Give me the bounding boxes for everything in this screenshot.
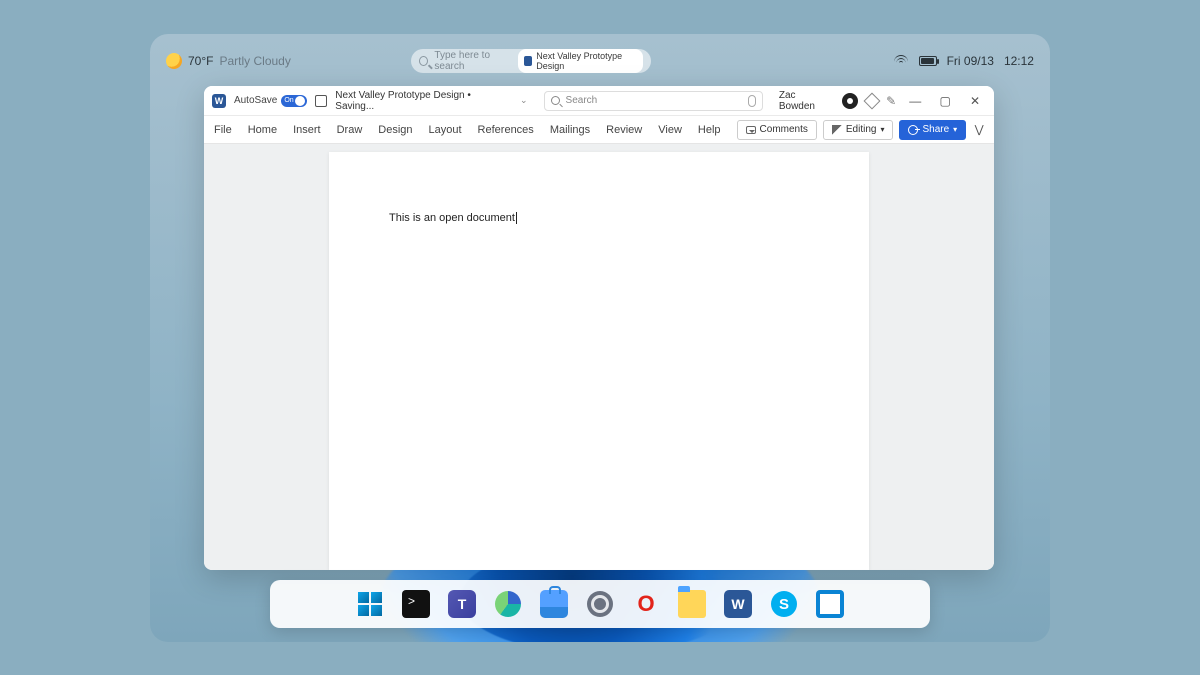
wifi-icon[interactable]: [893, 55, 909, 67]
teams-app-icon[interactable]: [448, 590, 476, 618]
maximize-button[interactable]: ▢: [934, 90, 956, 112]
chip-label: Next Valley Prototype Design: [536, 51, 637, 71]
user-name[interactable]: Zac Bowden: [779, 90, 834, 112]
save-icon[interactable]: [315, 95, 327, 107]
search-icon: [551, 96, 560, 105]
tab-help[interactable]: Help: [698, 124, 721, 136]
office-app-icon[interactable]: O: [632, 590, 660, 618]
tab-references[interactable]: References: [478, 124, 534, 136]
system-search[interactable]: Type here to search Next Valley Prototyp…: [411, 49, 651, 73]
comments-button[interactable]: Comments: [737, 120, 817, 140]
tab-mailings[interactable]: Mailings: [550, 124, 590, 136]
system-date[interactable]: Fri 09/13: [947, 54, 994, 68]
terminal-app-icon[interactable]: [402, 590, 430, 618]
edge-app-icon[interactable]: [494, 590, 522, 618]
tab-review[interactable]: Review: [606, 124, 642, 136]
editing-button[interactable]: Editing ▾: [823, 120, 894, 140]
document-title[interactable]: Next Valley Prototype Design • Saving...: [335, 90, 512, 112]
close-button[interactable]: ✕: [964, 90, 986, 112]
word-search[interactable]: Search: [544, 91, 763, 111]
premium-icon[interactable]: [864, 92, 881, 109]
weather-condition: Partly Cloudy: [219, 54, 290, 68]
chevron-down-icon[interactable]: ⌄: [520, 95, 528, 106]
system-bar: 70°F Partly Cloudy Type here to search N…: [150, 48, 1050, 74]
tab-layout[interactable]: Layout: [429, 124, 462, 136]
search-icon: [419, 56, 428, 66]
ribbon-options-icon[interactable]: ⋁: [972, 123, 986, 137]
minimize-button[interactable]: —: [904, 90, 926, 112]
document-canvas[interactable]: This is an open document: [204, 144, 994, 570]
weather-temp: 70°F: [188, 54, 213, 68]
document-page[interactable]: This is an open document: [329, 152, 869, 570]
search-placeholder: Type here to search: [434, 50, 511, 72]
mail-app-icon[interactable]: [816, 590, 844, 618]
avatar[interactable]: [842, 93, 858, 109]
ribbon-tabs: File Home Insert Draw Design Layout Refe…: [204, 116, 994, 144]
mic-icon[interactable]: [748, 95, 756, 107]
battery-icon[interactable]: [919, 56, 937, 66]
tab-draw[interactable]: Draw: [337, 124, 363, 136]
taskbar: O W S: [270, 580, 930, 628]
pen-icon[interactable]: ✎: [886, 94, 896, 108]
store-app-icon[interactable]: [540, 590, 568, 618]
autosave-label: AutoSave: [234, 95, 277, 106]
tab-file[interactable]: File: [214, 124, 232, 136]
search-placeholder: Search: [566, 95, 598, 106]
settings-app-icon[interactable]: [586, 590, 614, 618]
tab-view[interactable]: View: [658, 124, 682, 136]
share-icon: [908, 125, 918, 135]
pencil-icon: [832, 125, 842, 135]
tab-design[interactable]: Design: [378, 124, 412, 136]
word-app-icon[interactable]: W: [724, 590, 752, 618]
tab-home[interactable]: Home: [248, 124, 277, 136]
comment-icon: [746, 126, 756, 134]
skype-app-icon[interactable]: S: [770, 590, 798, 618]
toggle-switch[interactable]: On: [281, 95, 307, 107]
share-button[interactable]: Share ▾: [899, 120, 966, 140]
document-body-text[interactable]: This is an open document: [389, 212, 517, 224]
word-app-icon: W: [212, 94, 226, 108]
system-tray: Fri 09/13 12:12: [893, 54, 1034, 68]
search-suggestion-chip[interactable]: Next Valley Prototype Design: [518, 49, 644, 73]
word-icon: [524, 56, 533, 66]
chevron-down-icon: ▾: [953, 125, 957, 134]
autosave-toggle[interactable]: AutoSave On: [234, 95, 307, 107]
explorer-app-icon[interactable]: [678, 590, 706, 618]
start-button[interactable]: [356, 590, 384, 618]
system-time[interactable]: 12:12: [1004, 54, 1034, 68]
weather-widget[interactable]: 70°F Partly Cloudy: [166, 53, 291, 69]
chevron-down-icon: ▾: [880, 125, 884, 134]
desktop: 70°F Partly Cloudy Type here to search N…: [150, 34, 1050, 642]
weather-icon: [166, 53, 182, 69]
word-window: W AutoSave On Next Valley Prototype Desi…: [204, 86, 994, 570]
title-bar: W AutoSave On Next Valley Prototype Desi…: [204, 86, 994, 116]
tab-insert[interactable]: Insert: [293, 124, 321, 136]
